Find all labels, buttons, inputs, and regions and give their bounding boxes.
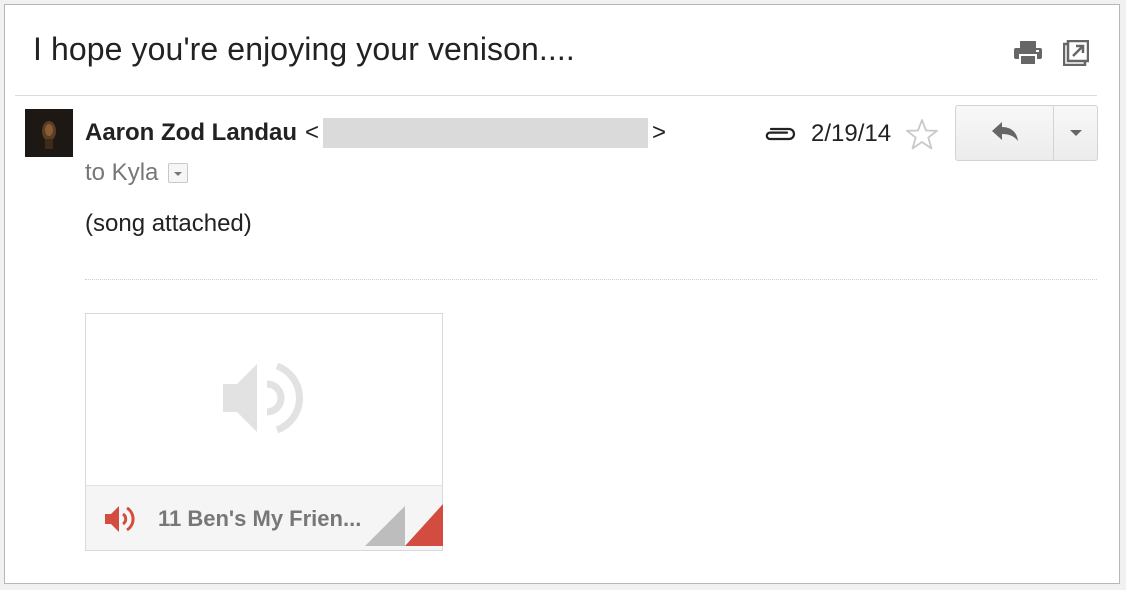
header-divider bbox=[15, 95, 1097, 96]
attachment-preview bbox=[86, 314, 442, 486]
recipient-label: to Kyla bbox=[85, 159, 159, 186]
file-corner-fold-icon bbox=[365, 504, 443, 551]
message-body: (song attached) bbox=[85, 210, 252, 237]
star-outline-icon[interactable] bbox=[905, 118, 939, 150]
header-actions bbox=[1013, 40, 1089, 66]
attachment-file-name[interactable]: 11 Ben's My Frien... bbox=[158, 506, 361, 532]
avatar[interactable] bbox=[25, 109, 73, 157]
email-view: I hope you're enjoying your venison.... bbox=[4, 4, 1120, 584]
attachments-divider bbox=[85, 279, 1097, 280]
message-meta: 2/19/14 bbox=[763, 118, 939, 150]
email-subject: I hope you're enjoying your venison.... bbox=[33, 31, 575, 67]
print-icon[interactable] bbox=[1013, 40, 1043, 66]
attachment-card[interactable]: 11 Ben's My Frien... bbox=[85, 313, 443, 551]
sender-email-open: < bbox=[305, 119, 320, 146]
paperclip-icon bbox=[763, 125, 797, 143]
open-in-new-window-icon[interactable] bbox=[1063, 40, 1089, 66]
reply-button-group bbox=[955, 105, 1098, 161]
message-date[interactable]: 2/19/14 bbox=[811, 120, 891, 148]
audio-file-icon bbox=[104, 504, 140, 539]
sender-line: Aaron Zod Landau < > bbox=[85, 118, 670, 148]
more-actions-dropdown[interactable] bbox=[1054, 106, 1097, 160]
reply-button[interactable] bbox=[956, 106, 1054, 160]
audio-speaker-icon bbox=[221, 358, 307, 443]
redacted-email-address bbox=[323, 118, 649, 148]
show-details-caret-icon[interactable] bbox=[168, 163, 189, 183]
sender-name[interactable]: Aaron Zod Landau bbox=[85, 119, 297, 147]
reply-arrow-icon bbox=[990, 120, 1020, 147]
sender-email-close: > bbox=[652, 119, 667, 146]
attachment-footer: 11 Ben's My Frien... bbox=[86, 485, 443, 551]
recipient-line: to Kyla bbox=[85, 159, 189, 187]
